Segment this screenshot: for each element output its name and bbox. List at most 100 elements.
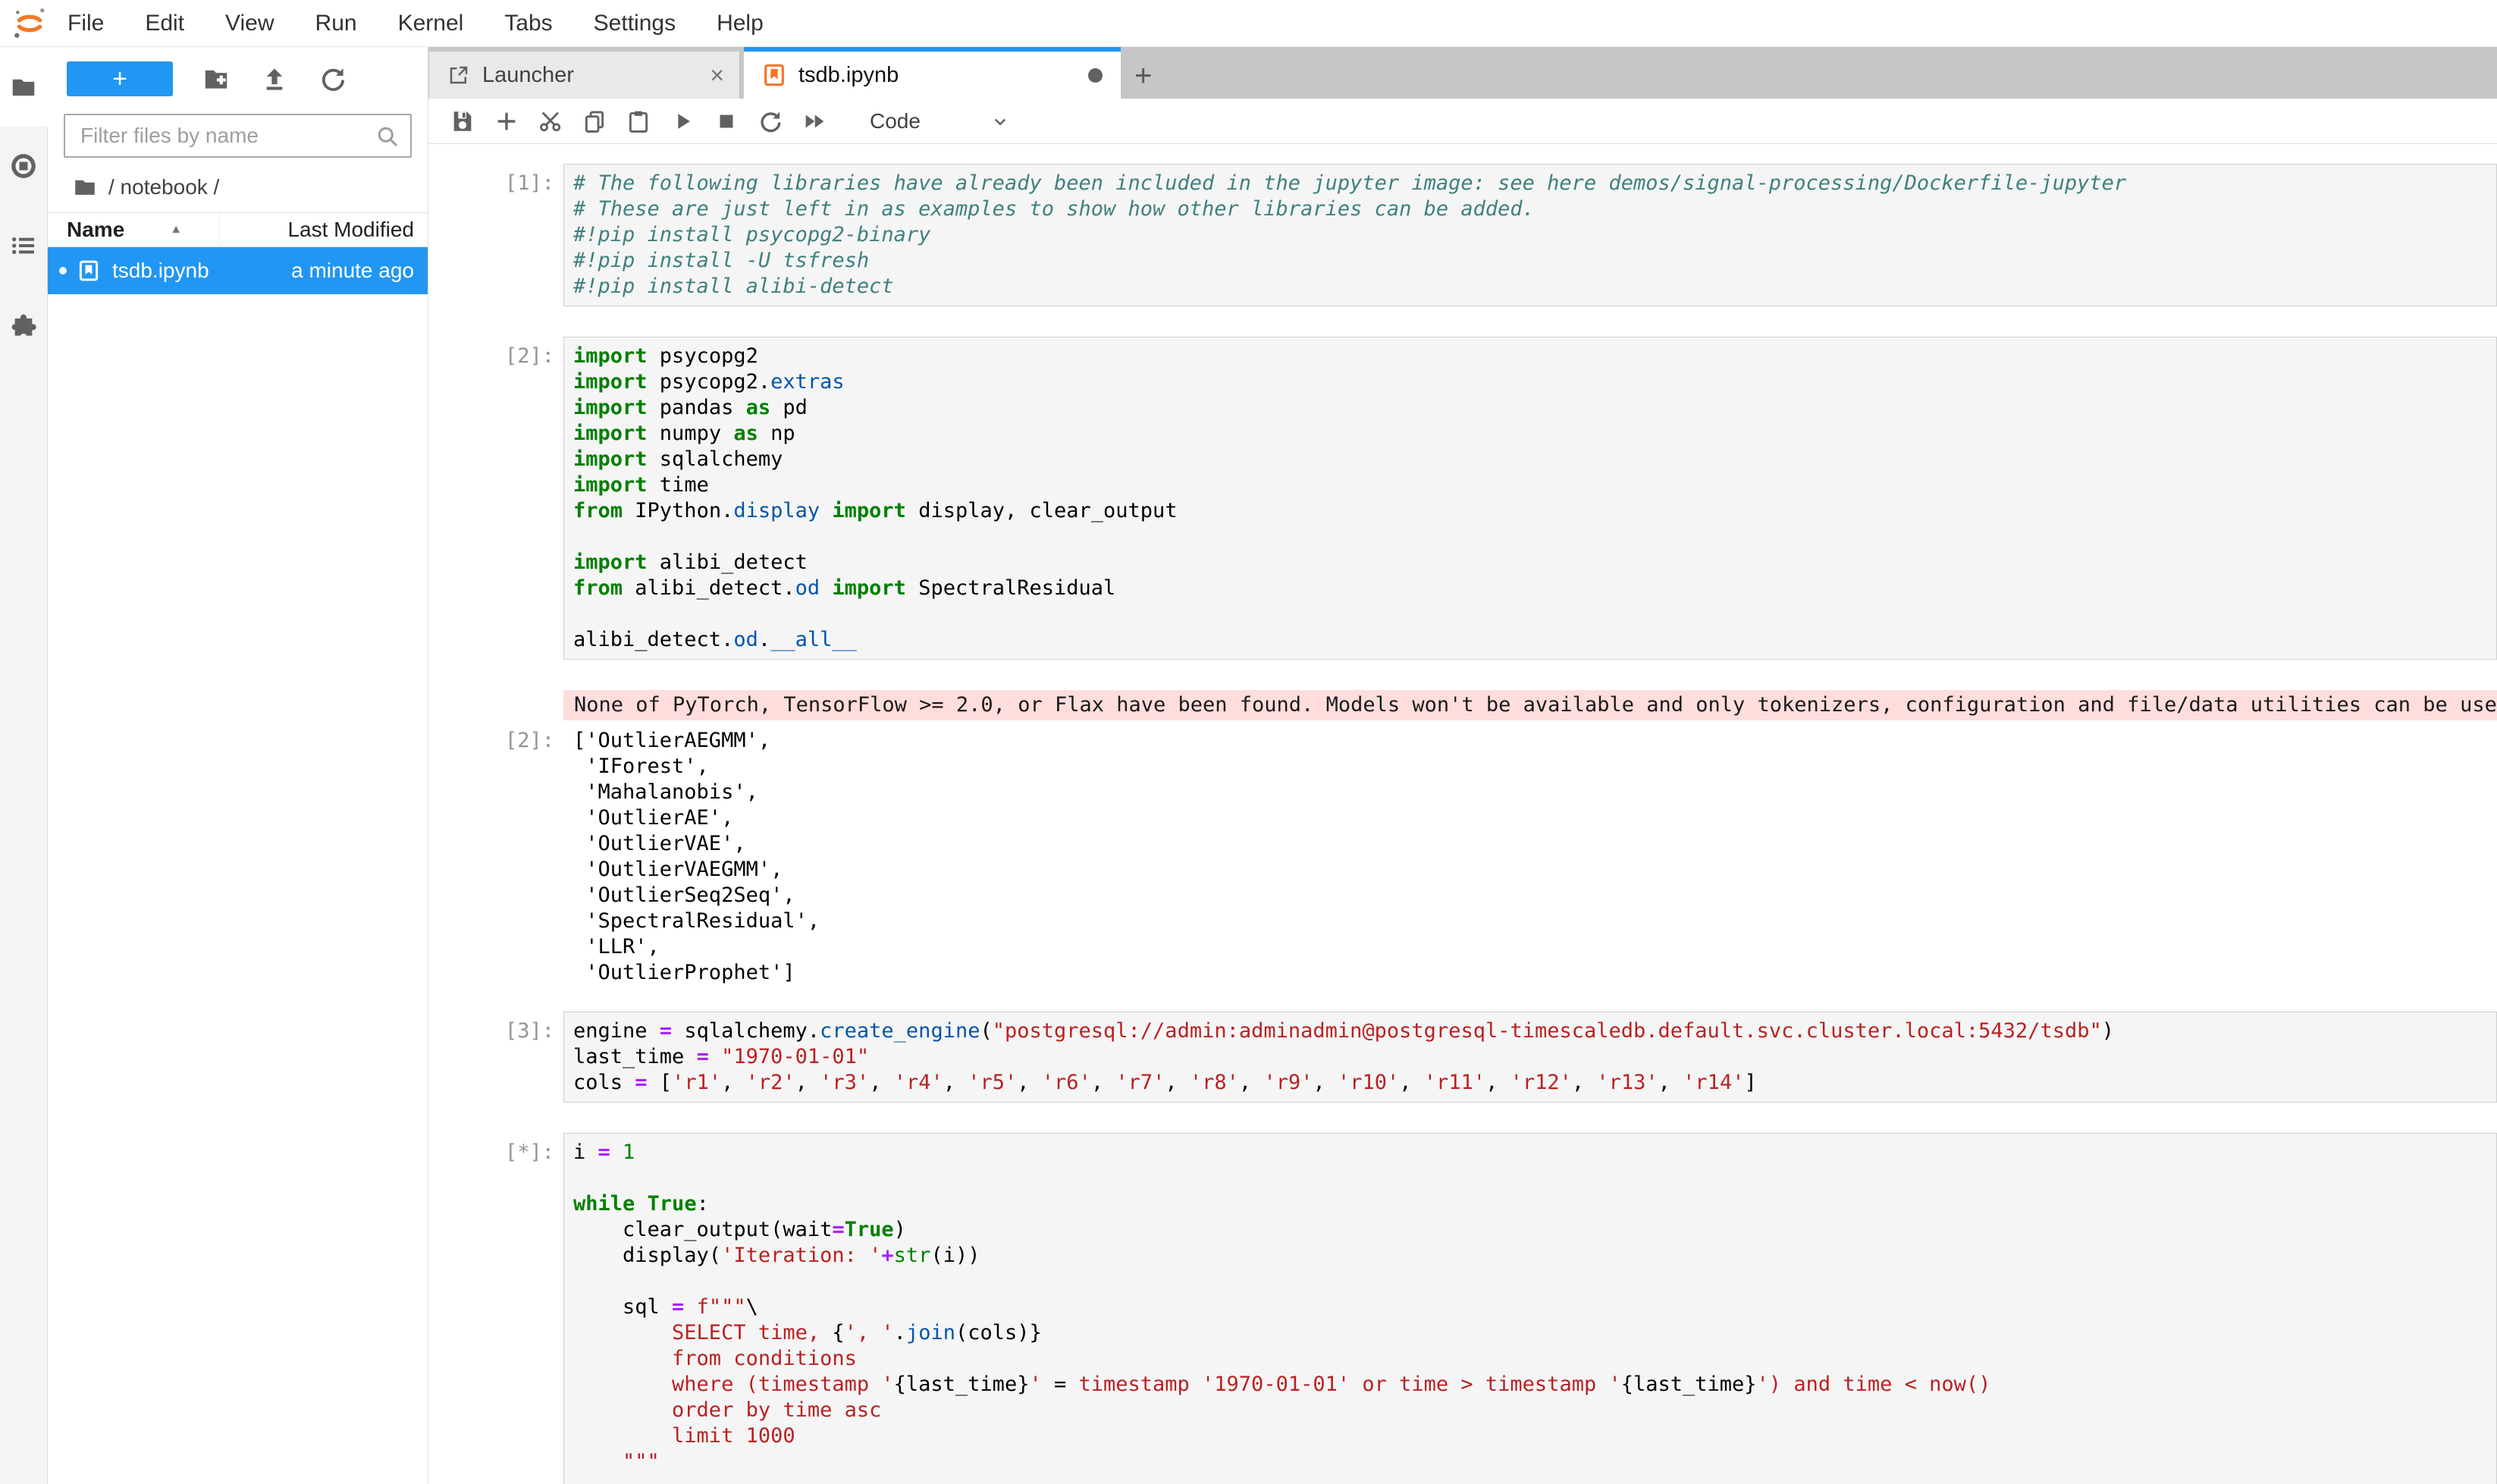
copy-cells-button[interactable] [582, 108, 607, 134]
file-listing: tsdb.ipynba minute ago [48, 247, 428, 294]
menu-kernel[interactable]: Kernel [378, 11, 485, 36]
refresh-button[interactable] [318, 64, 348, 94]
notebook-toolbar-icons [450, 108, 845, 134]
code-line: engine = sqlalchemy.create_engine("postg… [573, 1018, 2487, 1044]
cell-type-dropdown[interactable]: Code [870, 109, 921, 133]
save-button[interactable] [450, 108, 475, 134]
code-cell: [2]:import psycopg2import psycopg2.extra… [428, 337, 2497, 660]
code-line: import time [573, 472, 2487, 498]
input-prompt: [3]: [428, 1012, 563, 1103]
new-folder-icon [202, 64, 231, 93]
paste-cells-button[interactable] [626, 108, 651, 134]
main-area: Launcher × tsdb.ipynb + Code [1]:# The f… [428, 47, 2497, 1484]
home-folder-icon [72, 174, 98, 200]
code-line: 'OutlierVAE', [573, 831, 2488, 857]
top-menu-bar: FileEditViewRunKernelTabsSettingsHelp [0, 0, 2497, 47]
new-tab-button[interactable]: + [1134, 61, 1152, 91]
menu-edit[interactable]: Edit [124, 11, 205, 36]
code-line: import sqlalchemy [573, 447, 2487, 472]
new-launcher-button[interactable]: + [67, 61, 173, 96]
code-line: while True: [573, 1191, 2487, 1217]
copy-cells-icon [582, 108, 607, 134]
chevron-down-icon[interactable] [989, 110, 1012, 133]
column-header-last-modified[interactable]: Last Modified [220, 218, 428, 242]
save-icon [450, 108, 475, 134]
code-cell: [*]:i = 1 while True: clear_output(wait=… [428, 1133, 2497, 1484]
open-file-marker [59, 267, 67, 275]
code-line [573, 601, 2487, 627]
code-line: from alibi_detect.od import SpectralResi… [573, 576, 2487, 601]
code-line [573, 1475, 2487, 1484]
code-line: ['OutlierAEGMM', [573, 728, 2488, 754]
code-cell: [3]: engine = sqlalchemy.create_engine("p… [428, 1012, 2497, 1103]
tab-tsdb-notebook[interactable]: tsdb.ipynb [744, 47, 1121, 99]
notebook-content: [1]:# The following libraries have alrea… [428, 144, 2497, 1484]
upload-icon [260, 64, 289, 93]
cut-cells-button[interactable] [538, 108, 563, 134]
menu-tabs[interactable]: Tabs [484, 11, 572, 36]
run-button[interactable] [670, 108, 695, 134]
menu-run[interactable]: Run [295, 11, 378, 36]
code-line: from IPython.display import display, cle… [573, 498, 2487, 524]
unsaved-changes-indicator [1088, 68, 1103, 83]
cell-editor[interactable]: i = 1 while True: clear_output(wait=True… [563, 1133, 2497, 1484]
upload-button[interactable] [259, 64, 290, 94]
code-line: # These are just left in as examples to … [573, 196, 2487, 222]
code-line: # The following libraries have already b… [573, 171, 2487, 196]
breadcrumb[interactable]: / notebook / [72, 174, 428, 200]
sidebar-item-file-browser[interactable] [0, 47, 48, 127]
code-line [573, 524, 2487, 550]
code-line: i = 1 [573, 1140, 2487, 1166]
file-row[interactable]: tsdb.ipynba minute ago [48, 247, 428, 294]
tab-launcher-label: Launcher [482, 63, 710, 88]
menu-view[interactable]: View [205, 11, 294, 36]
file-last-modified: a minute ago [291, 259, 428, 283]
code-line: import numpy as np [573, 421, 2487, 447]
code-line: 'SpectralResidual', [573, 908, 2488, 934]
refresh-icon [318, 64, 347, 93]
table-of-contents-icon [8, 231, 39, 261]
tab-close-button[interactable]: × [710, 61, 724, 89]
sidebar-item-table-of-contents[interactable] [0, 231, 47, 261]
cut-cells-icon [538, 108, 563, 134]
cell-editor[interactable]: engine = sqlalchemy.create_engine("postg… [563, 1012, 2497, 1103]
code-line: import psycopg2 [573, 344, 2487, 369]
jupyter-logo [12, 6, 47, 41]
column-header-name[interactable]: Name ▲ [48, 213, 220, 246]
paste-cells-icon [626, 108, 651, 134]
new-folder-button[interactable] [201, 64, 231, 94]
menu-help[interactable]: Help [696, 11, 784, 36]
puzzle-icon [8, 311, 39, 341]
run-all-button[interactable] [801, 108, 827, 134]
interrupt-kernel-button[interactable] [714, 108, 739, 134]
insert-cell-button[interactable] [494, 108, 519, 134]
tab-launcher[interactable]: Launcher × [429, 52, 740, 99]
code-line: display('Iteration: '+str(i)) [573, 1243, 2487, 1269]
menu-file[interactable]: File [47, 11, 124, 36]
filter-files-input[interactable] [64, 114, 412, 158]
stderr-output: None of PyTorch, TensorFlow >= 2.0, or F… [563, 690, 2497, 720]
notebook-file-icon [77, 259, 100, 283]
breadcrumb-path: / notebook / [108, 175, 219, 199]
cell-editor[interactable]: import psycopg2import psycopg2.extrasimp… [563, 337, 2497, 660]
code-cell: [1]:# The following libraries have alrea… [428, 164, 2497, 306]
output-prompt: [2]: [428, 728, 563, 986]
notebook-icon [762, 63, 786, 87]
insert-cell-icon [494, 108, 519, 134]
code-line: where (timestamp '{last_time}' = timesta… [573, 1372, 2487, 1398]
code-line: clear_output(wait=True) [573, 1217, 2487, 1243]
code-line: None of PyTorch, TensorFlow >= 2.0, or F… [574, 692, 2486, 718]
menu-settings[interactable]: Settings [573, 11, 696, 36]
cell-editor[interactable]: # The following libraries have already b… [563, 164, 2497, 306]
code-line: order by time asc [573, 1398, 2487, 1423]
output-text: ['OutlierAEGMM', 'IForest', 'Mahalanobis… [563, 728, 2497, 986]
run-icon [670, 108, 695, 134]
restart-kernel-button[interactable] [758, 108, 783, 134]
code-line: last_time = "1970-01-01" [573, 1044, 2487, 1070]
sidebar-item-running-sessions[interactable] [0, 151, 47, 181]
code-line: 'LLR', [573, 934, 2488, 960]
filter-files [64, 114, 412, 158]
code-line [573, 1166, 2487, 1191]
sort-ascending-icon: ▲ [170, 223, 182, 237]
sidebar-item-extensions[interactable] [0, 311, 47, 341]
